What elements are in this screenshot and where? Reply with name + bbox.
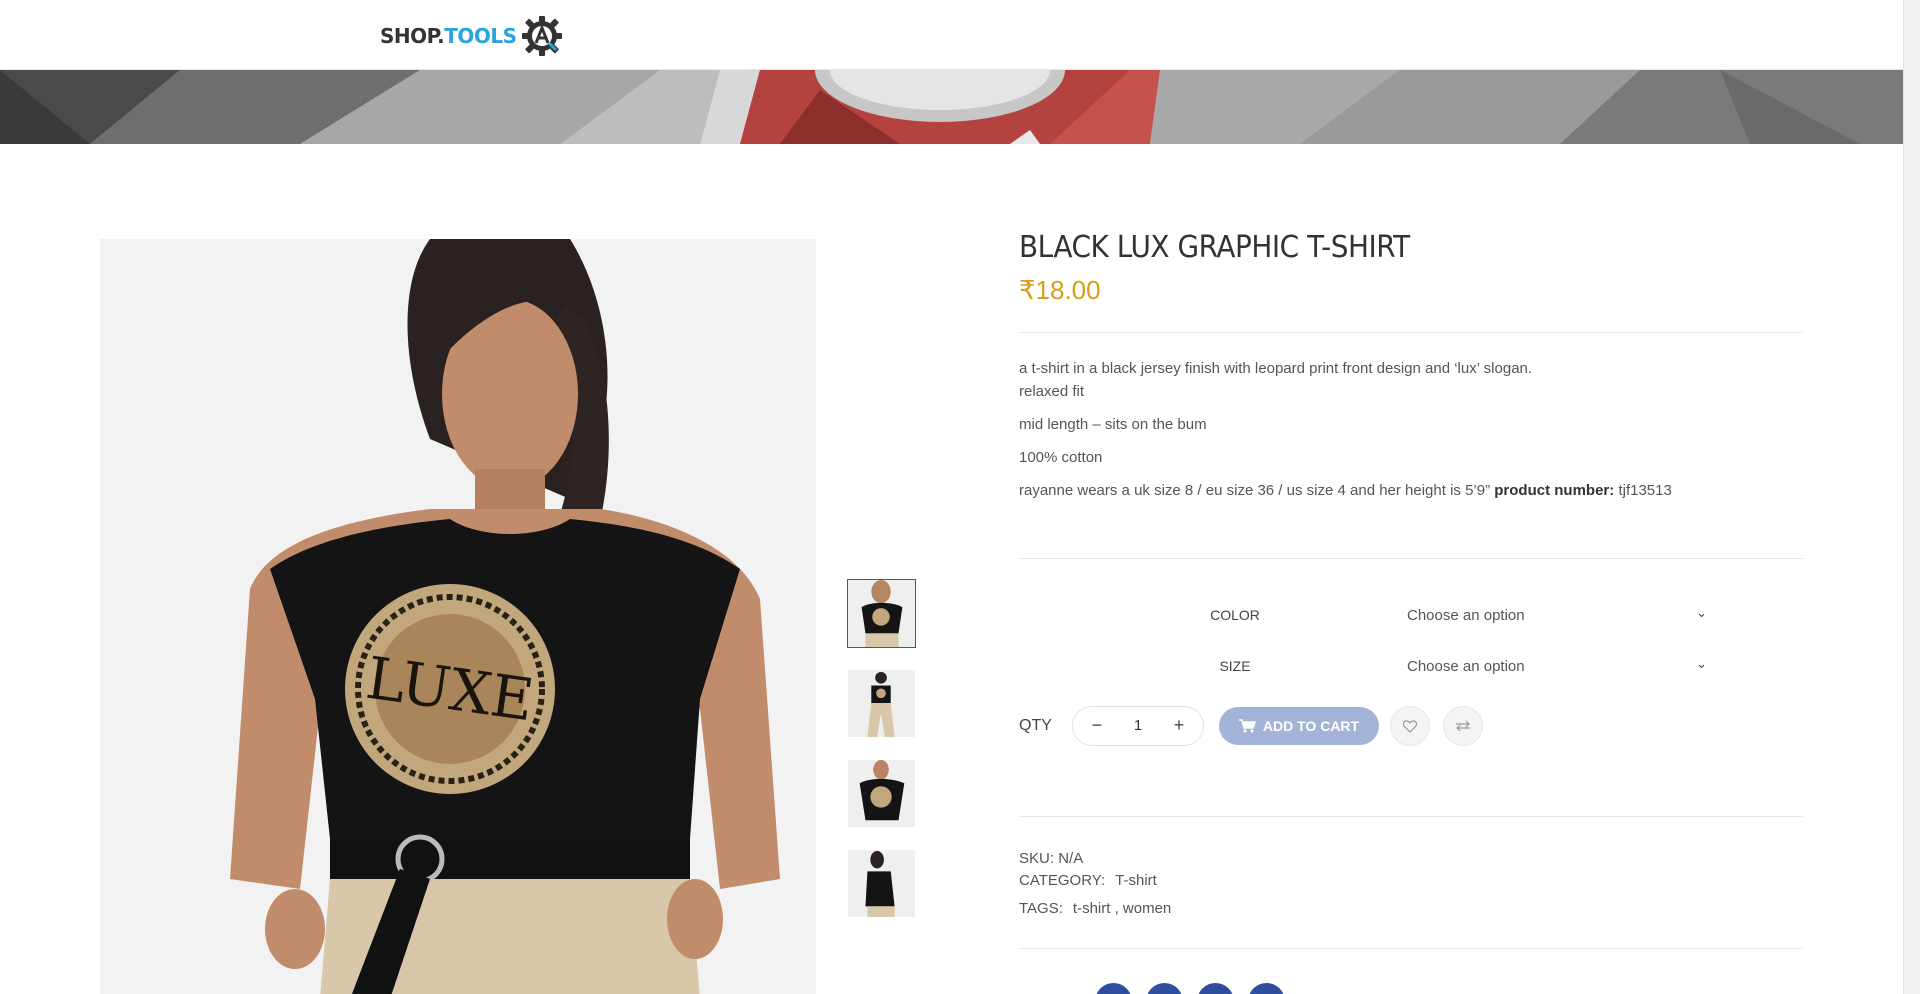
product-summary: BLACK LUX GRAPHIC T-SHIRT ₹18.00 a t-shi…: [1019, 230, 1803, 994]
model-tshirt-photo: LUXE: [100, 239, 816, 994]
tags-line: TAGS: t-shirt , women: [1019, 898, 1171, 920]
gear-logo-icon: [521, 16, 562, 56]
color-label: COLOR: [1210, 607, 1260, 623]
qty-minus-button[interactable]: −: [1087, 715, 1107, 737]
product-number-value: tjf13513: [1618, 482, 1672, 499]
category-link[interactable]: T-shirt: [1115, 872, 1157, 889]
divider: [1019, 816, 1803, 817]
add-to-cart-label: ADD TO CART: [1262, 718, 1360, 734]
chevron-down-icon: ⌄: [1696, 605, 1707, 620]
description-line: relaxed fit: [1019, 383, 1085, 400]
page-banner: [0, 70, 1903, 144]
size-select-value: Choose an option: [1407, 658, 1525, 675]
chevron-down-icon: ⌄: [1696, 656, 1707, 671]
thumbnail-image: [848, 580, 915, 647]
color-variation-row: COLOR Choose an option ⌄: [1019, 601, 1803, 631]
product-number-label: product number:: [1494, 482, 1615, 499]
product-title: BLACK LUX GRAPHIC T-SHIRT: [1019, 230, 1410, 265]
share-pinterest-button[interactable]: [1197, 983, 1234, 994]
category-line: CATEGORY: T-shirt: [1019, 870, 1171, 892]
qty-plus-button[interactable]: +: [1169, 715, 1189, 737]
size-select[interactable]: Choose an option ⌄: [1407, 652, 1707, 682]
wishlist-button[interactable]: [1390, 706, 1430, 746]
page-scrollbar[interactable]: [1903, 0, 1920, 994]
share-facebook-button[interactable]: [1095, 983, 1132, 994]
banner-background-graphic: [0, 70, 1903, 144]
category-label: CATEGORY:: [1019, 872, 1106, 889]
qty-label: QTY: [1019, 717, 1052, 734]
logo-text: SHOP.TOOLS: [380, 24, 517, 48]
thumbnail-image: [848, 760, 915, 827]
tags-label: TAGS:: [1019, 900, 1063, 917]
description-line: 100% cotton: [1019, 449, 1103, 466]
description-line: a t-shirt in a black jersey finish with …: [1019, 360, 1533, 377]
color-select[interactable]: Choose an option ⌄: [1407, 601, 1707, 631]
sku-line: SKU: N/A: [1019, 848, 1171, 870]
size-variation-row: SIZE Choose an option ⌄: [1019, 652, 1803, 682]
main-product-image[interactable]: LUXE: [100, 239, 816, 994]
product-price: ₹18.00: [1019, 275, 1101, 305]
product-meta: SKU: N/A CATEGORY: T-shirt TAGS: t-shirt ,…: [1019, 848, 1171, 926]
compare-button[interactable]: [1443, 706, 1483, 746]
add-to-cart-button[interactable]: ADD TO CART: [1219, 707, 1379, 745]
site-logo[interactable]: SHOP.TOOLS: [380, 14, 564, 58]
divider: [1019, 558, 1803, 559]
thumbnail-front-closeup[interactable]: [847, 579, 916, 648]
share-buttons: [1095, 983, 1285, 994]
site-header: SHOP.TOOLS: [0, 0, 1903, 70]
share-linkedin-button[interactable]: [1248, 983, 1285, 994]
quantity-stepper: − 1 +: [1072, 706, 1204, 746]
divider: [1019, 332, 1803, 333]
color-select-value: Choose an option: [1407, 607, 1525, 624]
thumbnail-image: [848, 850, 915, 917]
cart-icon: [1238, 719, 1256, 733]
qty-input[interactable]: 1: [1118, 717, 1158, 734]
tags-links[interactable]: t-shirt , women: [1073, 900, 1171, 917]
description-line: mid length – sits on the bum: [1019, 416, 1207, 433]
thumbnail-image: [848, 670, 915, 737]
thumbnail-full-body[interactable]: [847, 669, 916, 738]
divider: [1019, 948, 1803, 949]
size-label: SIZE: [1219, 658, 1251, 674]
sku-label: SKU:: [1019, 850, 1055, 867]
description-line: rayanne wears a uk size 8 / eu size 36 /…: [1019, 479, 1803, 502]
share-twitter-button[interactable]: [1146, 983, 1183, 994]
model-info-text: rayanne wears a uk size 8 / eu size 36 /…: [1019, 482, 1491, 499]
logo-tools-text: TOOLS: [444, 24, 517, 48]
logo-shop-text: SHOP.: [380, 24, 445, 48]
add-to-cart-row: QTY − 1 + ADD TO CART: [1019, 706, 1803, 746]
sku-value: N/A: [1058, 850, 1084, 867]
compare-arrows-icon: [1456, 720, 1470, 732]
thumbnail-front-detail[interactable]: [847, 759, 916, 828]
thumbnail-side-view[interactable]: [847, 849, 916, 918]
product-description: a t-shirt in a black jersey finish with …: [1019, 357, 1803, 502]
heart-icon: [1403, 719, 1417, 733]
